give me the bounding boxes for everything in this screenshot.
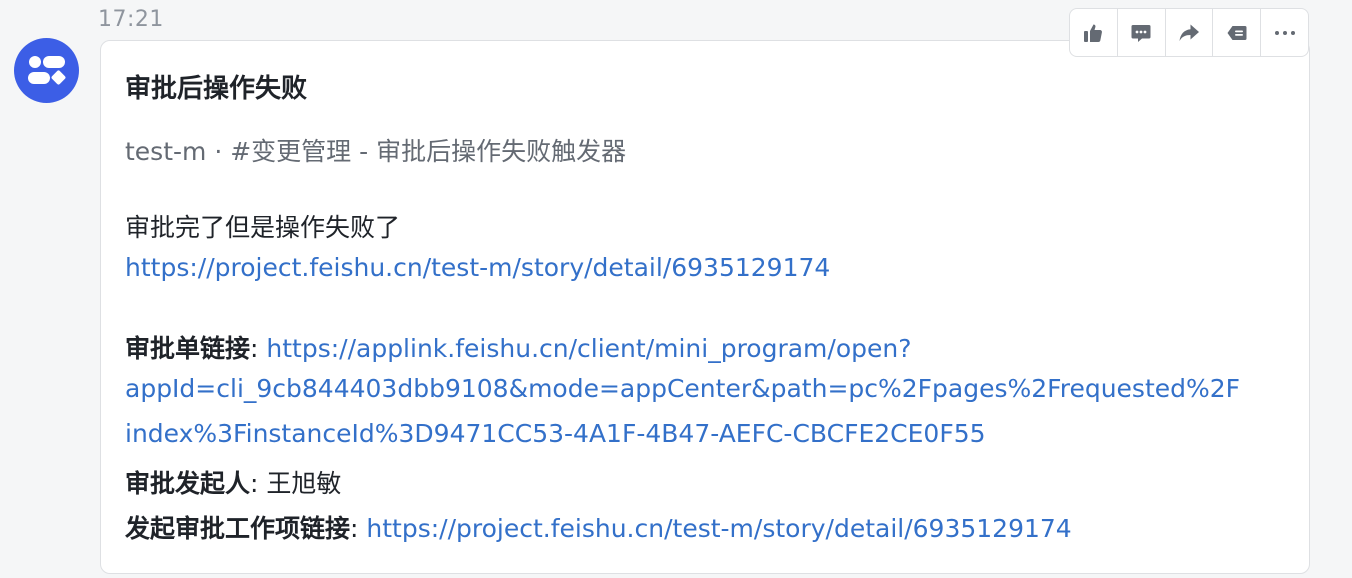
quote-reply-button[interactable] xyxy=(1213,9,1262,56)
comment-icon xyxy=(1131,24,1151,42)
more-icon xyxy=(1274,30,1295,35)
approval-link-separator: : xyxy=(250,334,267,363)
like-button[interactable] xyxy=(1070,9,1118,56)
forward-icon xyxy=(1179,24,1199,41)
message-card: 审批后操作失败 test-m · #变更管理 - 审批后操作失败触发器 审批完了… xyxy=(100,40,1310,574)
message-timestamp: 17:21 xyxy=(98,7,164,32)
approval-link-row: 审批单链接: https://applink.feishu.cn/client/… xyxy=(125,329,912,365)
approval-link-continued[interactable]: appId=cli_9cb844403dbb9108&mode=appCente… xyxy=(125,374,1240,403)
card-body-text: 审批完了但是操作失败了 xyxy=(125,213,401,242)
approval-link-label: 审批单链接 xyxy=(125,334,251,363)
story-link[interactable]: https://project.feishu.cn/test-m/story/d… xyxy=(125,253,830,282)
initiator-name: 王旭敏 xyxy=(266,469,342,498)
card-subtitle: test-m · #变更管理 - 审批后操作失败触发器 xyxy=(125,137,627,166)
workitem-link-separator: : xyxy=(350,514,367,543)
initiator-label: 审批发起人 xyxy=(125,469,251,498)
workitem-link-label: 发起审批工作项链接 xyxy=(125,514,351,543)
card-title: 审批后操作失败 xyxy=(125,74,308,104)
workitem-link[interactable]: https://project.feishu.cn/test-m/story/d… xyxy=(366,514,1071,543)
more-button[interactable] xyxy=(1261,9,1308,56)
approval-link[interactable]: https://applink.feishu.cn/client/mini_pr… xyxy=(266,334,911,363)
approval-link-continued-end[interactable]: index%3FinstanceId%3D9471CC53-4A1F-4B47-… xyxy=(125,419,986,448)
message-action-toolbar xyxy=(1069,8,1309,57)
initiator-separator: : xyxy=(250,469,267,498)
initiator-row: 审批发起人: 王旭敏 xyxy=(125,464,341,500)
quote-reply-icon xyxy=(1227,25,1247,40)
reply-button[interactable] xyxy=(1118,9,1166,56)
forward-button[interactable] xyxy=(1166,9,1214,56)
bot-avatar-icon xyxy=(28,56,66,85)
workitem-link-row: 发起审批工作项链接: https://project.feishu.cn/tes… xyxy=(125,509,1072,545)
bot-avatar[interactable] xyxy=(14,38,79,103)
thumbs-up-icon xyxy=(1084,24,1103,42)
